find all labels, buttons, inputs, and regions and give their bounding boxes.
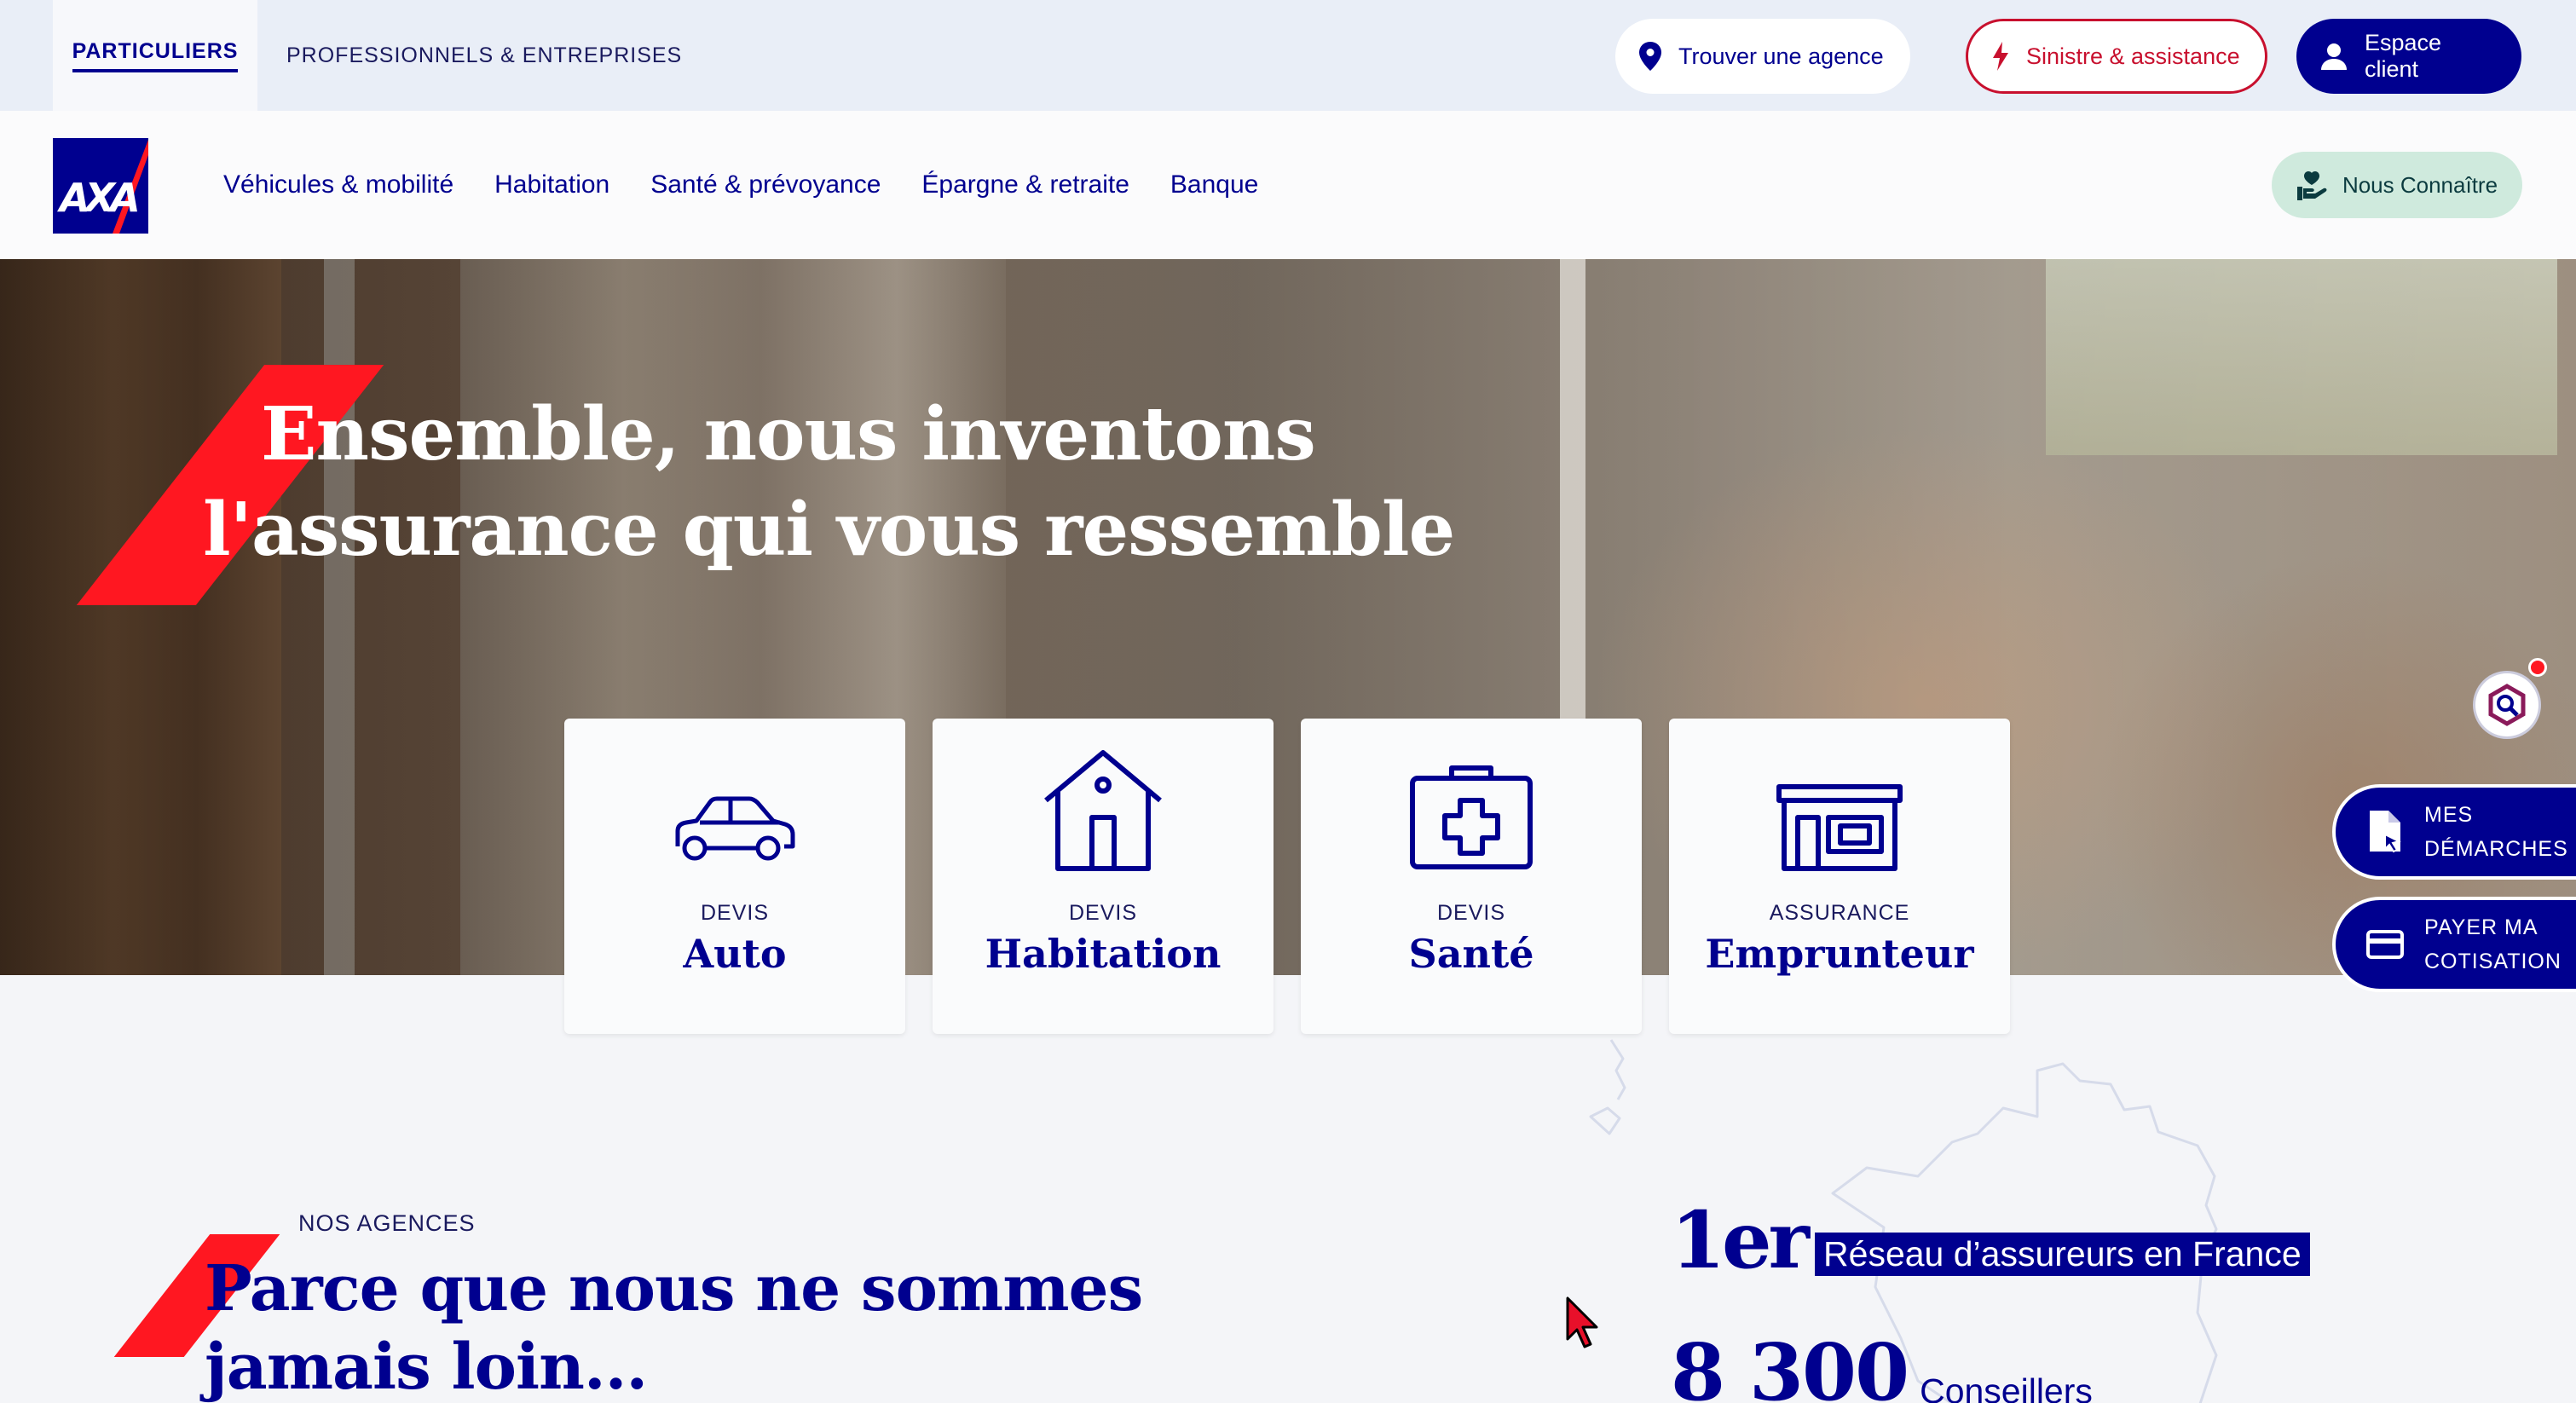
car-icon <box>671 761 799 872</box>
mouse-cursor-icon <box>1566 1296 1598 1348</box>
quote-card-emprunteur[interactable]: ASSURANCE Emprunteur <box>1669 719 2010 1034</box>
svg-text:AXA: AXA <box>57 175 137 221</box>
pay-contribution-label-line2: COTISATION <box>2424 950 2562 973</box>
agencies-title-line2: jamais loin... <box>205 1331 648 1403</box>
card-sante-name: Santé <box>1408 931 1534 977</box>
stat-network-rank-label: Réseau d’assureurs en France <box>1815 1233 2310 1276</box>
claims-assistance-label: Sinistre & assistance <box>2026 43 2240 69</box>
top-bar: PARTICULIERS PROFESSIONNELS & ENTREPRISE… <box>0 0 2576 111</box>
card-emprunteur-name: Emprunteur <box>1705 931 1974 977</box>
agencies-title-line1: Parce que nous ne sommes <box>205 1252 1143 1325</box>
nav-epargne[interactable]: Épargne & retraite <box>921 170 1129 199</box>
nav-vehicules[interactable]: Véhicules & mobilité <box>223 170 453 199</box>
hero-title-line1: Ensemble, nous inventons <box>261 391 1316 477</box>
pay-contribution-button[interactable]: PAYER MA COTISATION <box>2332 897 2576 992</box>
find-agency-button[interactable]: Trouver une agence <box>1615 19 1910 94</box>
hero-title-line2: l'assurance qui vous ressemble <box>203 487 1455 573</box>
card-sante-kicker: DEVIS <box>1436 901 1506 925</box>
about-us-label: Nous Connaître <box>2342 171 2498 198</box>
pay-contribution-label: PAYER MA COTISATION <box>2424 910 2562 979</box>
hero-title: Ensemble, nous inventons l'assurance qui… <box>196 387 1455 578</box>
quote-card-habitation[interactable]: DEVIS Habitation <box>933 719 1274 1034</box>
about-us-button[interactable]: Nous Connaître <box>2272 152 2522 218</box>
nav-habitation[interactable]: Habitation <box>494 170 609 199</box>
user-icon <box>2321 43 2347 70</box>
card-emprunteur-kicker: ASSURANCE <box>1769 901 1910 925</box>
agencies-kicker: NOS AGENCES <box>298 1210 476 1236</box>
client-space-button[interactable]: Espace client <box>2296 19 2521 94</box>
stat-advisors-value: 8 300 <box>1671 1326 1909 1403</box>
stat-advisors: 8 300 Conseillers <box>1671 1330 2093 1403</box>
my-procedures-label: MES DÉMARCHES <box>2424 798 2568 866</box>
tab-particuliers[interactable]: PARTICULIERS <box>53 0 257 111</box>
hand-heart-icon <box>2296 171 2327 200</box>
medical-kit-icon <box>1407 761 1535 872</box>
stat-network-rank-value: 1er <box>1671 1194 1810 1286</box>
nav-banque[interactable]: Banque <box>1170 170 1258 199</box>
tab-professionnels-label: PROFESSIONNELS & ENTREPRISES <box>286 43 683 67</box>
accessibility-icon <box>2488 684 2526 726</box>
house-icon <box>1039 750 1167 872</box>
my-procedures-label-line1: MES <box>2424 803 2474 827</box>
tab-professionnels[interactable]: PROFESSIONNELS & ENTREPRISES <box>286 0 682 111</box>
quote-card-sante[interactable]: DEVIS Santé <box>1301 719 1642 1034</box>
claims-assistance-button[interactable]: Sinistre & assistance <box>1966 19 2267 94</box>
nav-sante[interactable]: Santé & prévoyance <box>650 170 881 199</box>
nav-links: Véhicules & mobilité Habitation Santé & … <box>223 111 1258 259</box>
card-auto-name: Auto <box>683 931 787 977</box>
my-procedures-button[interactable]: MES DÉMARCHES <box>2332 784 2576 880</box>
card-habitation-kicker: DEVIS <box>1068 901 1138 925</box>
credit-card-icon <box>2366 930 2404 959</box>
hero-overlay <box>0 259 2576 975</box>
card-auto-kicker: DEVIS <box>700 901 770 925</box>
card-habitation-name: Habitation <box>985 931 1222 977</box>
stat-network-rank: 1er Réseau d’assureurs en France <box>1671 1198 2310 1283</box>
location-pin-icon <box>1639 42 1661 71</box>
document-pointer-icon <box>2370 811 2401 853</box>
accessibility-notification-dot <box>2528 658 2547 677</box>
axa-logo[interactable]: AXA <box>53 138 148 234</box>
client-space-label: Espace client <box>2365 30 2442 82</box>
agencies-title: Parce que nous ne sommes jamais loin... <box>205 1250 1143 1403</box>
storefront-icon <box>1776 761 1903 872</box>
pay-contribution-label-line1: PAYER MA <box>2424 915 2538 939</box>
main-nav: AXA Véhicules & mobilité Habitation Sant… <box>0 111 2576 259</box>
quote-card-auto[interactable]: DEVIS Auto <box>564 719 905 1034</box>
hero-banner: Ensemble, nous inventons l'assurance qui… <box>0 259 2576 975</box>
tab-particuliers-label: PARTICULIERS <box>72 39 239 72</box>
lightning-icon <box>1993 42 2008 71</box>
accessibility-button[interactable] <box>2475 658 2547 736</box>
stat-advisors-label: Conseillers <box>1920 1371 2093 1403</box>
find-agency-label: Trouver une agence <box>1678 43 1884 69</box>
my-procedures-label-line2: DÉMARCHES <box>2424 837 2568 861</box>
